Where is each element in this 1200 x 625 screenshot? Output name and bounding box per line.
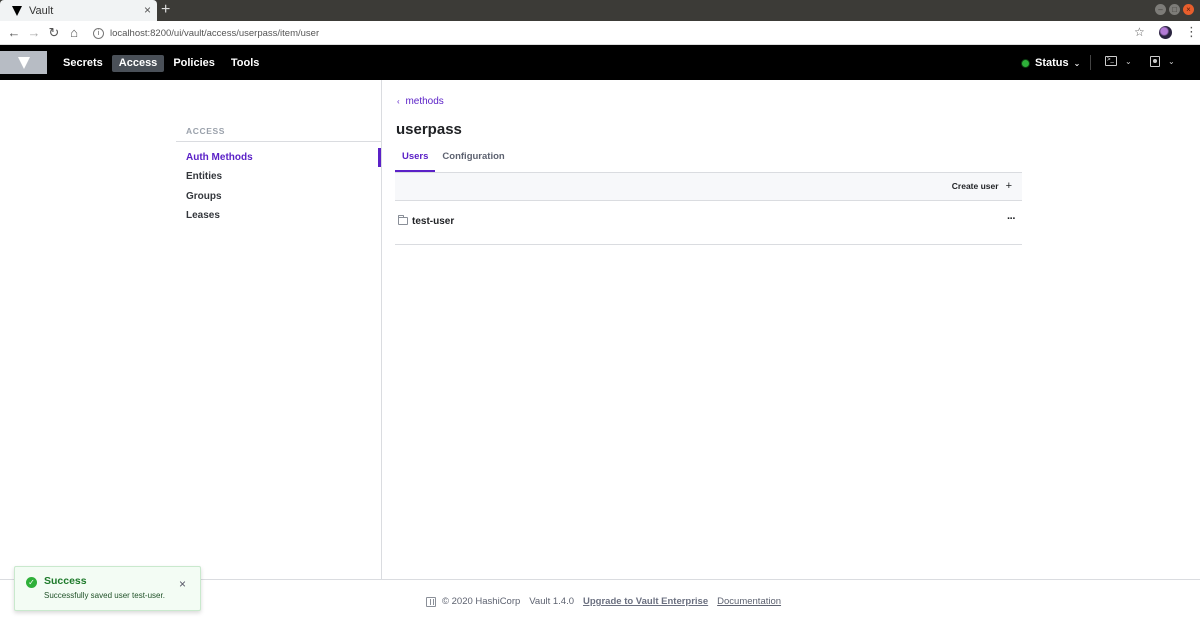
new-tab-button[interactable]: + — [161, 1, 170, 19]
more-options-icon[interactable]: ··· — [1007, 213, 1016, 225]
vault-logo[interactable] — [0, 51, 47, 74]
chevron-down-icon: ⌄ — [1073, 58, 1081, 68]
header-divider — [1090, 55, 1091, 70]
create-user-button[interactable]: Create user + — [951, 179, 1012, 192]
forward-arrow-icon[interactable]: → — [24, 25, 44, 40]
sidebar-item-groups[interactable]: Groups — [186, 191, 222, 202]
console-icon: >_ — [1105, 56, 1117, 66]
maximize-button[interactable]: □ — [1169, 4, 1180, 15]
sidebar-divider — [176, 141, 381, 142]
main-nav: Secrets Access Policies Tools — [56, 55, 268, 72]
success-toast: ✓ Success Successfully saved user test-u… — [14, 566, 201, 611]
nav-secrets[interactable]: Secrets — [56, 55, 110, 72]
url-text[interactable]: localhost:8200/ui/vault/access/userpass/… — [110, 28, 319, 39]
list-item[interactable]: test-user ··· — [395, 201, 1022, 245]
list-toolbar: Create user + — [395, 172, 1022, 201]
minimize-button[interactable]: – — [1155, 4, 1166, 15]
browser-tab[interactable]: Vault × — [0, 0, 157, 21]
user-menu-button[interactable]: ⌄ — [1150, 56, 1175, 67]
chevron-left-icon: ‹ — [397, 97, 400, 106]
chevron-down-icon: ⌄ — [1168, 57, 1175, 66]
footer-version: Vault 1.4.0 — [529, 596, 575, 607]
footer-copyright: © 2020 HashiCorp — [442, 596, 521, 607]
upgrade-link[interactable]: Upgrade to Vault Enterprise — [583, 596, 708, 607]
reload-icon[interactable]: ↻ — [44, 25, 64, 41]
address-bar[interactable]: i localhost:8200/ui/vault/access/userpas… — [88, 22, 1148, 44]
toast-message: Successfully saved user test-user. — [44, 591, 165, 600]
hashicorp-logo-icon — [426, 596, 436, 607]
browser-tab-title: Vault — [29, 4, 54, 17]
home-icon[interactable]: ⌂ — [64, 25, 84, 40]
breadcrumb[interactable]: ‹ methods — [397, 96, 444, 107]
sidebar-item-entities[interactable]: Entities — [186, 171, 222, 182]
list-item-label[interactable]: test-user — [412, 216, 454, 227]
vault-favicon-icon — [12, 5, 22, 16]
vault-header: Secrets Access Policies Tools Status ⌄ >… — [0, 45, 1200, 80]
check-circle-icon: ✓ — [26, 577, 37, 588]
tab-configuration[interactable]: Configuration — [435, 148, 511, 172]
back-arrow-icon[interactable]: ← — [4, 25, 24, 40]
browser-menu-icon[interactable]: ⋮ — [1185, 24, 1198, 40]
toast-title: Success — [44, 575, 87, 587]
tab-users[interactable]: Users — [395, 148, 436, 172]
documentation-link[interactable]: Documentation — [717, 596, 781, 607]
create-user-label: Create user — [951, 181, 999, 191]
sidebar-border — [381, 80, 382, 579]
vault-triangle-icon — [17, 56, 30, 69]
plus-icon: + — [1005, 179, 1012, 192]
tab-close-icon[interactable]: × — [144, 3, 151, 17]
status-label: Status — [1035, 57, 1069, 69]
folder-icon — [398, 215, 408, 225]
chevron-down-icon: ⌄ — [1125, 56, 1132, 66]
nav-policies[interactable]: Policies — [166, 55, 222, 72]
status-dot-icon — [1022, 59, 1029, 67]
site-info-icon[interactable]: i — [93, 27, 104, 39]
status-menu[interactable]: Status ⌄ — [1022, 57, 1080, 69]
bookmark-star-icon[interactable]: ☆ — [1134, 25, 1145, 39]
tab-bar: Users Configuration — [395, 148, 512, 172]
browser-tabstrip: Vault × + – □ × — [0, 0, 1200, 21]
sidebar-item-leases[interactable]: Leases — [186, 210, 220, 221]
nav-tools[interactable]: Tools — [224, 55, 267, 72]
footer: © 2020 HashiCorp Vault 1.4.0 Upgrade to … — [426, 596, 781, 607]
page-title: userpass — [396, 121, 462, 138]
breadcrumb-link[interactable]: methods — [405, 96, 443, 107]
browser-toolbar: ← → ↻ ⌂ i localhost:8200/ui/vault/access… — [0, 21, 1200, 45]
nav-access[interactable]: Access — [111, 55, 165, 72]
sidebar-section-title: ACCESS — [186, 126, 226, 136]
window-close-button[interactable]: × — [1183, 4, 1194, 15]
profile-avatar[interactable] — [1159, 26, 1172, 39]
user-icon — [1150, 56, 1160, 67]
window-controls: – □ × — [1155, 4, 1194, 15]
sidebar-item-auth-methods[interactable]: Auth Methods — [186, 152, 253, 163]
console-toggle-button[interactable]: >_ ⌄ — [1105, 56, 1132, 66]
close-icon[interactable]: × — [179, 577, 186, 591]
